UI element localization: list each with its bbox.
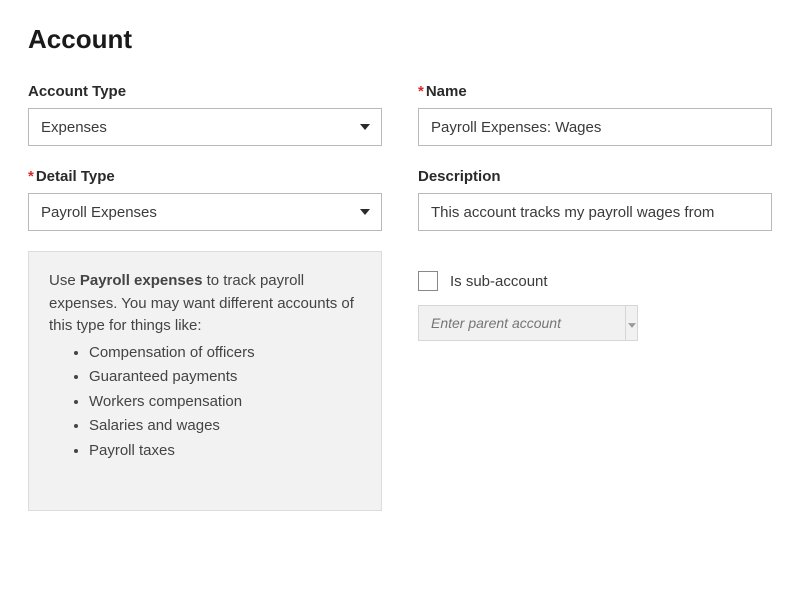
form-columns: Account Type Expenses *Detail Type Payro… — [28, 83, 772, 511]
name-input[interactable] — [418, 108, 772, 146]
help-item: Guaranteed payments — [89, 366, 361, 389]
help-item: Payroll taxes — [89, 440, 361, 463]
name-field: *Name — [418, 83, 772, 146]
description-input[interactable] — [418, 193, 772, 231]
left-column: Account Type Expenses *Detail Type Payro… — [28, 83, 382, 511]
detail-type-field: *Detail Type Payroll Expenses — [28, 168, 382, 231]
account-type-select[interactable]: Expenses — [28, 108, 382, 146]
name-label: *Name — [418, 83, 772, 100]
description-field: Description — [418, 168, 772, 231]
detail-type-label: *Detail Type — [28, 168, 382, 185]
help-intro: Use Payroll expenses to track payroll ex… — [49, 270, 361, 338]
detail-type-select-wrap: Payroll Expenses — [28, 193, 382, 231]
parent-account-select — [418, 305, 638, 341]
sub-account-row: Is sub-account — [418, 271, 772, 291]
page-title: Account — [28, 24, 772, 55]
account-type-select-wrap: Expenses — [28, 108, 382, 146]
sub-account-label: Is sub-account — [450, 273, 548, 290]
detail-type-help-panel: Use Payroll expenses to track payroll ex… — [28, 251, 382, 511]
help-items-list: Compensation of officers Guaranteed paym… — [49, 342, 361, 463]
help-intro-bold: Payroll expenses — [80, 272, 203, 289]
help-item: Compensation of officers — [89, 342, 361, 365]
required-asterisk: * — [28, 168, 34, 185]
parent-account-input[interactable] — [418, 305, 626, 341]
description-label: Description — [418, 168, 772, 185]
account-type-label: Account Type — [28, 83, 382, 100]
parent-account-dropdown-button[interactable] — [626, 305, 638, 341]
right-column: *Name Description Is sub-account — [418, 83, 772, 511]
name-label-text: Name — [426, 83, 467, 100]
sub-account-checkbox[interactable] — [418, 271, 438, 291]
account-type-field: Account Type Expenses — [28, 83, 382, 146]
detail-type-label-text: Detail Type — [36, 168, 115, 185]
help-item: Salaries and wages — [89, 415, 361, 438]
help-item: Workers compensation — [89, 391, 361, 414]
caret-down-icon — [628, 316, 636, 331]
required-asterisk: * — [418, 83, 424, 100]
help-intro-prefix: Use — [49, 272, 80, 289]
detail-type-select[interactable]: Payroll Expenses — [28, 193, 382, 231]
